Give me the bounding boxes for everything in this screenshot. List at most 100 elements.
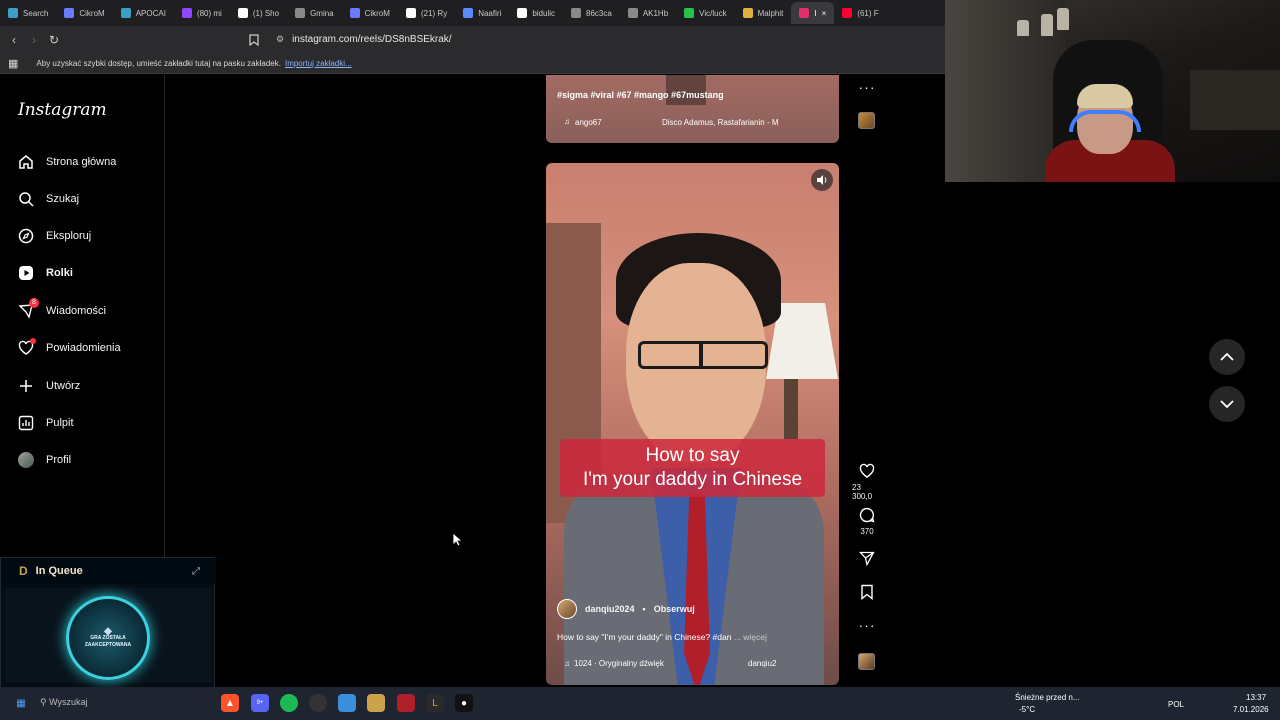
start-icon[interactable]: ▦ <box>12 694 30 712</box>
next-reel-button[interactable] <box>1209 386 1245 422</box>
comment-icon[interactable] <box>859 507 875 525</box>
mouse-cursor-icon <box>452 532 462 547</box>
send-icon[interactable] <box>859 550 875 568</box>
browser-tab[interactable]: APOCAI <box>113 2 174 24</box>
browser-tab[interactable]: (1) Sho <box>230 2 287 24</box>
reel-hashtags[interactable]: #sigma #viral #67 #mango #67mustang <box>557 90 724 100</box>
video-caption-line: I'm your daddy in Chinese <box>582 469 803 490</box>
league-of-legends-icon[interactable]: L <box>426 694 444 712</box>
reel-audio-user[interactable]: ango67 <box>575 118 602 127</box>
taskbar-search-text: Wyszukaj <box>49 697 88 707</box>
heart-icon[interactable] <box>859 463 875 481</box>
browser-tab[interactable]: AK1Hb <box>620 2 676 24</box>
author-avatar[interactable] <box>557 599 577 619</box>
more-options-icon[interactable]: ··· <box>852 617 882 633</box>
tab-label: (80) mi <box>196 8 222 18</box>
plus-icon <box>17 378 34 395</box>
tab-label: (21) Ry <box>420 8 448 18</box>
site-info-icon[interactable]: ⚙ <box>276 34 284 45</box>
taskbar-search[interactable]: ⚲ Wyszukaj <box>40 697 88 708</box>
sidebar-item-notifications[interactable]: Powiadomienia <box>17 337 121 358</box>
riot-client-icon[interactable] <box>367 694 385 712</box>
forward-icon[interactable]: › <box>24 30 44 50</box>
voicemod-icon[interactable] <box>397 694 415 712</box>
spotify-icon[interactable] <box>280 694 298 712</box>
reel-audio-track[interactable]: Disco Adamus, Rastafarianin - M <box>662 118 779 127</box>
sidebar-item-dashboard[interactable]: Pulpit <box>17 413 74 433</box>
bookmark-icon[interactable] <box>860 584 874 602</box>
browser-tab[interactable]: CikroM <box>56 2 112 24</box>
description-text: How to say "I'm your daddy" in Chinese? … <box>557 632 732 642</box>
sidebar-item-label: Rolki <box>46 267 73 279</box>
tab-favicon-icon <box>799 8 810 18</box>
expand-icon[interactable]: ⤢ <box>192 566 200 577</box>
address-bar[interactable]: ⚙ instagram.com/reels/DS8nBSEkrak/ <box>268 30 938 49</box>
clock-date[interactable]: 7.01.2026 <box>1233 705 1269 714</box>
browser-tab[interactable]: Gmina <box>287 2 342 24</box>
share-action[interactable] <box>852 550 882 568</box>
reel-audio[interactable]: 1024 · Oryginalny dźwięk <box>574 659 664 668</box>
reel-audio-user[interactable]: danqiu2 <box>748 659 776 668</box>
browser-tab[interactable]: (21) Ry <box>398 2 455 24</box>
browser-tab[interactable]: I × <box>791 2 835 24</box>
chevron-down-icon <box>1220 400 1234 408</box>
reel-previous[interactable]: #sigma #viral #67 #mango #67mustang ♫ an… <box>546 75 839 143</box>
more-options-icon[interactable]: ··· <box>852 79 882 95</box>
league-queue-widget[interactable]: D In Queue ⤢ ◆ GRA ZOSTAŁA ZAAKCEPTOWANA <box>0 557 216 690</box>
browser-tab[interactable]: Search <box>0 2 56 24</box>
sidebar-item-profile[interactable]: Profil <box>17 450 71 470</box>
tab-label: 86c3ca <box>586 8 612 18</box>
music-note-icon: ♫ <box>564 659 570 668</box>
instagram-logo[interactable]: Instagram <box>18 100 107 120</box>
language-indicator[interactable]: POL <box>1168 700 1184 709</box>
like-action[interactable]: 23 300,0 <box>852 463 882 501</box>
tab-favicon-icon <box>237 8 248 18</box>
status-line: ZAAKCEPTOWANA <box>84 641 132 648</box>
save-action[interactable] <box>852 584 882 602</box>
apps-icon[interactable]: ▦ <box>8 57 18 70</box>
tab-label: CikroM <box>79 8 105 18</box>
comment-action[interactable]: 370 <box>852 507 882 536</box>
browser-tab[interactable]: Naafiri <box>455 2 509 24</box>
discord-icon[interactable]: 9+ <box>251 694 269 712</box>
panda-app-icon[interactable]: ● <box>455 694 473 712</box>
author-username[interactable]: danqiu2024 <box>585 604 635 614</box>
weather-text[interactable]: Śnieżne przed n... <box>1015 693 1079 702</box>
sidebar-item-home[interactable]: Strona główna <box>17 152 116 172</box>
notepad-icon[interactable] <box>338 694 356 712</box>
heart-icon <box>17 337 36 357</box>
sidebar-item-search[interactable]: Szukaj <box>17 189 79 209</box>
obs-icon[interactable] <box>309 694 327 712</box>
browser-tab[interactable]: (80) mi <box>174 2 230 24</box>
bookmark-icon[interactable] <box>244 30 264 50</box>
music-note-icon: ♫ <box>564 117 570 126</box>
follow-button[interactable]: Obserwuj <box>654 604 695 614</box>
reload-icon[interactable]: ↻ <box>44 30 64 50</box>
previous-reel-button[interactable] <box>1209 339 1245 375</box>
back-icon[interactable]: ‹ <box>4 30 24 50</box>
audio-thumbnail[interactable] <box>858 112 875 129</box>
audio-thumbnail[interactable] <box>858 653 875 670</box>
sidebar-item-reels[interactable]: Rolki <box>17 263 73 283</box>
sidebar-item-label: Utwórz <box>46 380 81 392</box>
browser-tab[interactable]: bidulic <box>509 2 563 24</box>
sidebar-item-label: Eksploruj <box>46 230 92 242</box>
clock-time[interactable]: 13:37 <box>1246 693 1266 702</box>
browser-tab[interactable]: 86c3ca <box>563 2 620 24</box>
browser-tab[interactable]: Malphit <box>735 2 792 24</box>
browser-tab[interactable]: (61) F <box>834 2 886 24</box>
browser-tab[interactable]: Vic/luck <box>676 2 734 24</box>
tab-favicon-icon <box>684 8 695 18</box>
browser-tab[interactable]: CikroM <box>342 2 398 24</box>
sidebar-item-explore[interactable]: Eksploruj <box>17 226 91 246</box>
queue-header: D In Queue ⤢ <box>1 558 216 584</box>
tab-favicon-icon <box>349 8 360 18</box>
sidebar-item-create[interactable]: Utwórz <box>17 376 80 396</box>
reel-video[interactable]: How to say I'm your daddy in Chinese dan… <box>546 163 839 685</box>
close-tab-icon[interactable]: × <box>822 9 827 18</box>
volume-icon[interactable] <box>811 169 833 191</box>
brave-browser-icon[interactable]: ▲ <box>221 694 239 712</box>
import-bookmarks-link[interactable]: Importuj zakładki... <box>285 59 352 68</box>
sidebar-item-messages[interactable]: 8 Wiadomości <box>17 297 106 321</box>
more-link[interactable]: ... więcej <box>734 632 767 642</box>
